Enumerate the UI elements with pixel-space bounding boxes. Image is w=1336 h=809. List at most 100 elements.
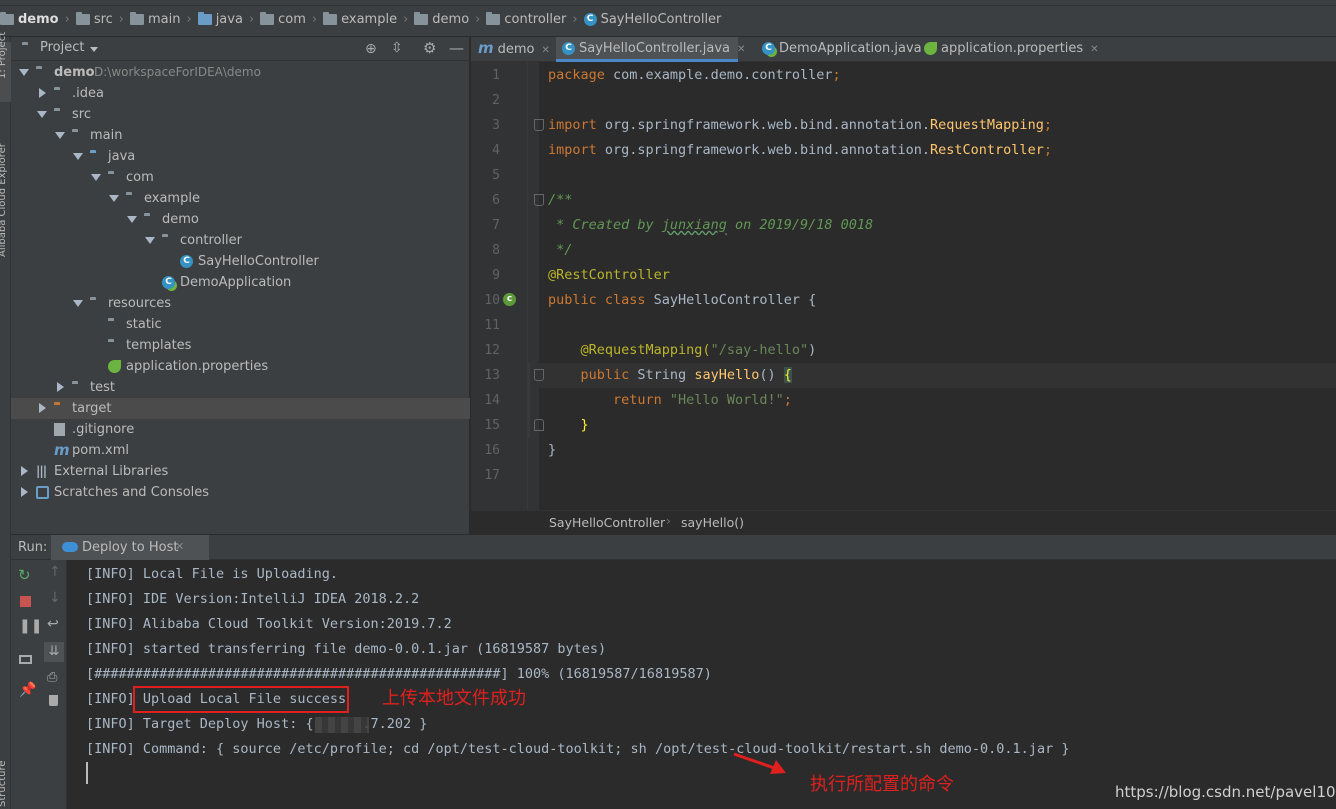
project-panel-title[interactable]: Project (40, 40, 84, 55)
console-line: [INFO] Alibaba Cloud Toolkit Version:201… (86, 616, 452, 632)
breadcrumb-item[interactable]: java (197, 10, 243, 30)
pause-icon[interactable]: ❚❚ (19, 618, 42, 634)
run-panel-header: Run: Deploy to Host ✕ (11, 535, 1336, 560)
close-icon[interactable]: ✕ (542, 45, 550, 56)
run-label: Run: (18, 540, 48, 555)
chevron-right-icon: › (186, 12, 192, 27)
locate-icon[interactable]: ⊕ (365, 41, 377, 57)
chevron-right-icon: › (666, 514, 671, 528)
fold-icon[interactable] (534, 369, 544, 381)
console-line: [INFO] Local File is Uploading. (86, 566, 338, 582)
breadcrumb-item[interactable]: demo (414, 10, 469, 30)
collapse-all-icon[interactable]: ⇳ (391, 40, 403, 56)
annotation-command: 执行所配置的命令 (810, 774, 954, 795)
print-icon[interactable]: ⎙ (47, 670, 57, 685)
chevron-right-icon: › (403, 12, 409, 27)
code-line-12: @RequestMapping("/say-hello") (548, 342, 817, 358)
editor-crumb-class[interactable]: SayHelloController (549, 515, 665, 530)
run-tab-label: Deploy to Host (82, 540, 179, 555)
folder-icon (197, 12, 212, 25)
folder-icon (260, 12, 275, 25)
code-line-15: } (548, 417, 589, 433)
editor-breadcrumb-bar: SayHelloController › sayHello() (471, 510, 1336, 534)
code-line-1: package com.example.demo.controller; (548, 67, 841, 83)
maven-icon: m (478, 39, 494, 57)
pin-icon[interactable]: 📌 (19, 682, 36, 698)
chevron-right-icon: › (475, 12, 481, 27)
author-name: junxiang (661, 217, 727, 233)
annotation-upload-success: 上传本地文件成功 (382, 688, 526, 709)
editor-tab[interactable]: application.properties ✕ (918, 37, 1099, 62)
gear-icon[interactable]: ⚙ (423, 39, 436, 57)
layout-icon[interactable] (19, 655, 32, 664)
chevron-right-icon: › (118, 12, 124, 27)
fold-icon[interactable] (534, 119, 544, 131)
breadcrumb-item[interactable]: controller (486, 10, 566, 30)
stop-icon[interactable] (20, 596, 31, 607)
folder-icon (414, 12, 429, 25)
breadcrumb-item[interactable]: com (260, 10, 306, 30)
close-icon[interactable]: ✕ (175, 540, 184, 553)
folder-icon (486, 12, 501, 25)
editor-crumb-method[interactable]: sayHello() (681, 515, 744, 530)
highlight-box (133, 686, 349, 713)
folder-icon (75, 12, 90, 25)
minimize-icon[interactable]: — (449, 39, 464, 57)
code-line-9: @RestController (548, 267, 670, 283)
navigation-bar: demo › src › main › java › com › example › demo › cont… (0, 0, 1336, 37)
scroll-to-end-icon[interactable]: ⇊ (44, 642, 64, 662)
alibaba-cloud-icon (62, 542, 78, 552)
text-cursor (86, 762, 88, 784)
spring-properties-icon (924, 42, 937, 55)
trash-icon[interactable] (49, 695, 58, 706)
code-line-7: * Created by junxiang on 2019/9/18 0018 (548, 217, 874, 233)
code-line-10: public class SayHelloController { (548, 292, 817, 308)
code-line-16: } (548, 442, 557, 458)
up-arrow-icon[interactable]: ↑ (49, 564, 61, 580)
close-icon[interactable]: ✕ (737, 44, 745, 55)
code-line-3: import org.springframework.web.bind.anno… (548, 117, 1052, 133)
console-line: [INFO] started transferring file demo-0.… (86, 641, 607, 657)
breadcrumb-item[interactable]: src (75, 10, 113, 30)
console-line: [INFO] IDE Version:IntelliJ IDEA 2018.2.… (86, 591, 420, 607)
java-class-icon: C (583, 13, 597, 26)
console-line: [INFO] Command: { source /etc/profile; c… (86, 741, 1070, 757)
breadcrumb-item[interactable]: example (323, 10, 397, 30)
project-panel-header: Project ⊕ ⇳ ⚙ — (11, 37, 470, 61)
down-arrow-icon[interactable]: ↓ (49, 590, 61, 606)
structure-tool-label[interactable]: Structure (0, 747, 8, 807)
annotation-arrow (733, 752, 786, 774)
code-line-14: return "Hello World!"; (548, 392, 792, 408)
fold-icon[interactable] (534, 419, 544, 431)
code-line-4: import org.springframework.web.bind.anno… (548, 142, 1052, 158)
breadcrumb-item[interactable]: main (130, 10, 180, 30)
breadcrumb-item[interactable]: C SayHelloController (583, 10, 721, 30)
console-line: [INFO] Target Deploy Host: { .7.202 } (86, 716, 428, 732)
chevron-right-icon: › (64, 12, 70, 27)
chevron-down-icon[interactable] (90, 47, 98, 52)
chevron-right-icon: › (311, 12, 318, 27)
blurred-host-ip (315, 717, 369, 733)
folder-icon (323, 12, 338, 25)
close-icon[interactable]: ✕ (1090, 44, 1098, 55)
folder-icon (130, 12, 144, 25)
spring-class-icon: C (762, 42, 775, 55)
soft-wrap-icon[interactable]: ↩ (47, 616, 59, 632)
code-line-6: /** (548, 192, 573, 208)
fold-icon[interactable] (534, 194, 544, 206)
code-area[interactable]: package com.example.demo.controller; imp… (0, 62, 1336, 510)
breadcrumb: demo › src › main › java › com › example › demo › cont… (0, 10, 727, 30)
editor-tab[interactable]: m demo ✕ (472, 37, 556, 62)
editor-tab[interactable]: C SayHelloController.java ✕ (556, 37, 745, 62)
run-toolbar-left: ↻ ❚❚ 📌 ↑ ↓ ↩ ⇊ ⎙ (11, 560, 67, 809)
breadcrumb-item[interactable]: demo (0, 10, 59, 30)
code-line-13: public String sayHello() { (548, 367, 792, 383)
rerun-icon[interactable]: ↻ (18, 566, 31, 584)
code-line-8: */ (548, 242, 573, 258)
spring-bean-gutter-icon[interactable]: c (503, 293, 516, 306)
chevron-right-icon: › (248, 12, 255, 27)
editor-tab[interactable]: CDemoApplication.java✕ (756, 37, 937, 62)
java-class-icon: C (562, 42, 575, 55)
chevron-right-icon: › (572, 12, 578, 27)
run-tab-deploy-to-host[interactable]: Deploy to Host ✕ (51, 535, 209, 560)
